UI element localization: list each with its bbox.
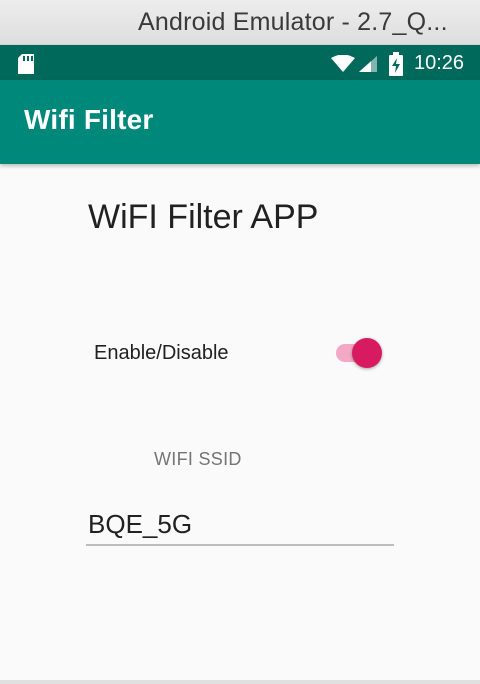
ssid-input[interactable] [86,504,394,546]
app-bar-title: Wifi Filter [24,104,154,135]
enable-toggle-switch[interactable] [336,336,384,368]
sd-card-icon [18,54,34,74]
main-content: WiFI Filter APP Enable/Disable WIFI SSID [0,164,480,684]
cell-signal-icon [359,56,377,72]
toggle-label: Enable/Disable [94,342,229,364]
switch-thumb[interactable] [352,338,382,368]
window-title: Android Emulator - 2.7_Q... [138,8,448,36]
window-bottom-edge [0,680,480,684]
page-title: WiFI Filter APP [88,198,319,236]
app-bar: Wifi Filter [0,80,480,164]
status-bar: 10:26 [0,45,480,80]
ssid-label: WIFI SSID [154,449,242,469]
status-clock: 10:26 [414,52,465,74]
battery-charging-icon [389,52,403,76]
emulator-window: Android Emulator - 2.7_Q... 10:26 Wifi F… [0,0,480,684]
wifi-icon [331,55,355,72]
window-titlebar[interactable]: Android Emulator - 2.7_Q... [0,0,480,45]
